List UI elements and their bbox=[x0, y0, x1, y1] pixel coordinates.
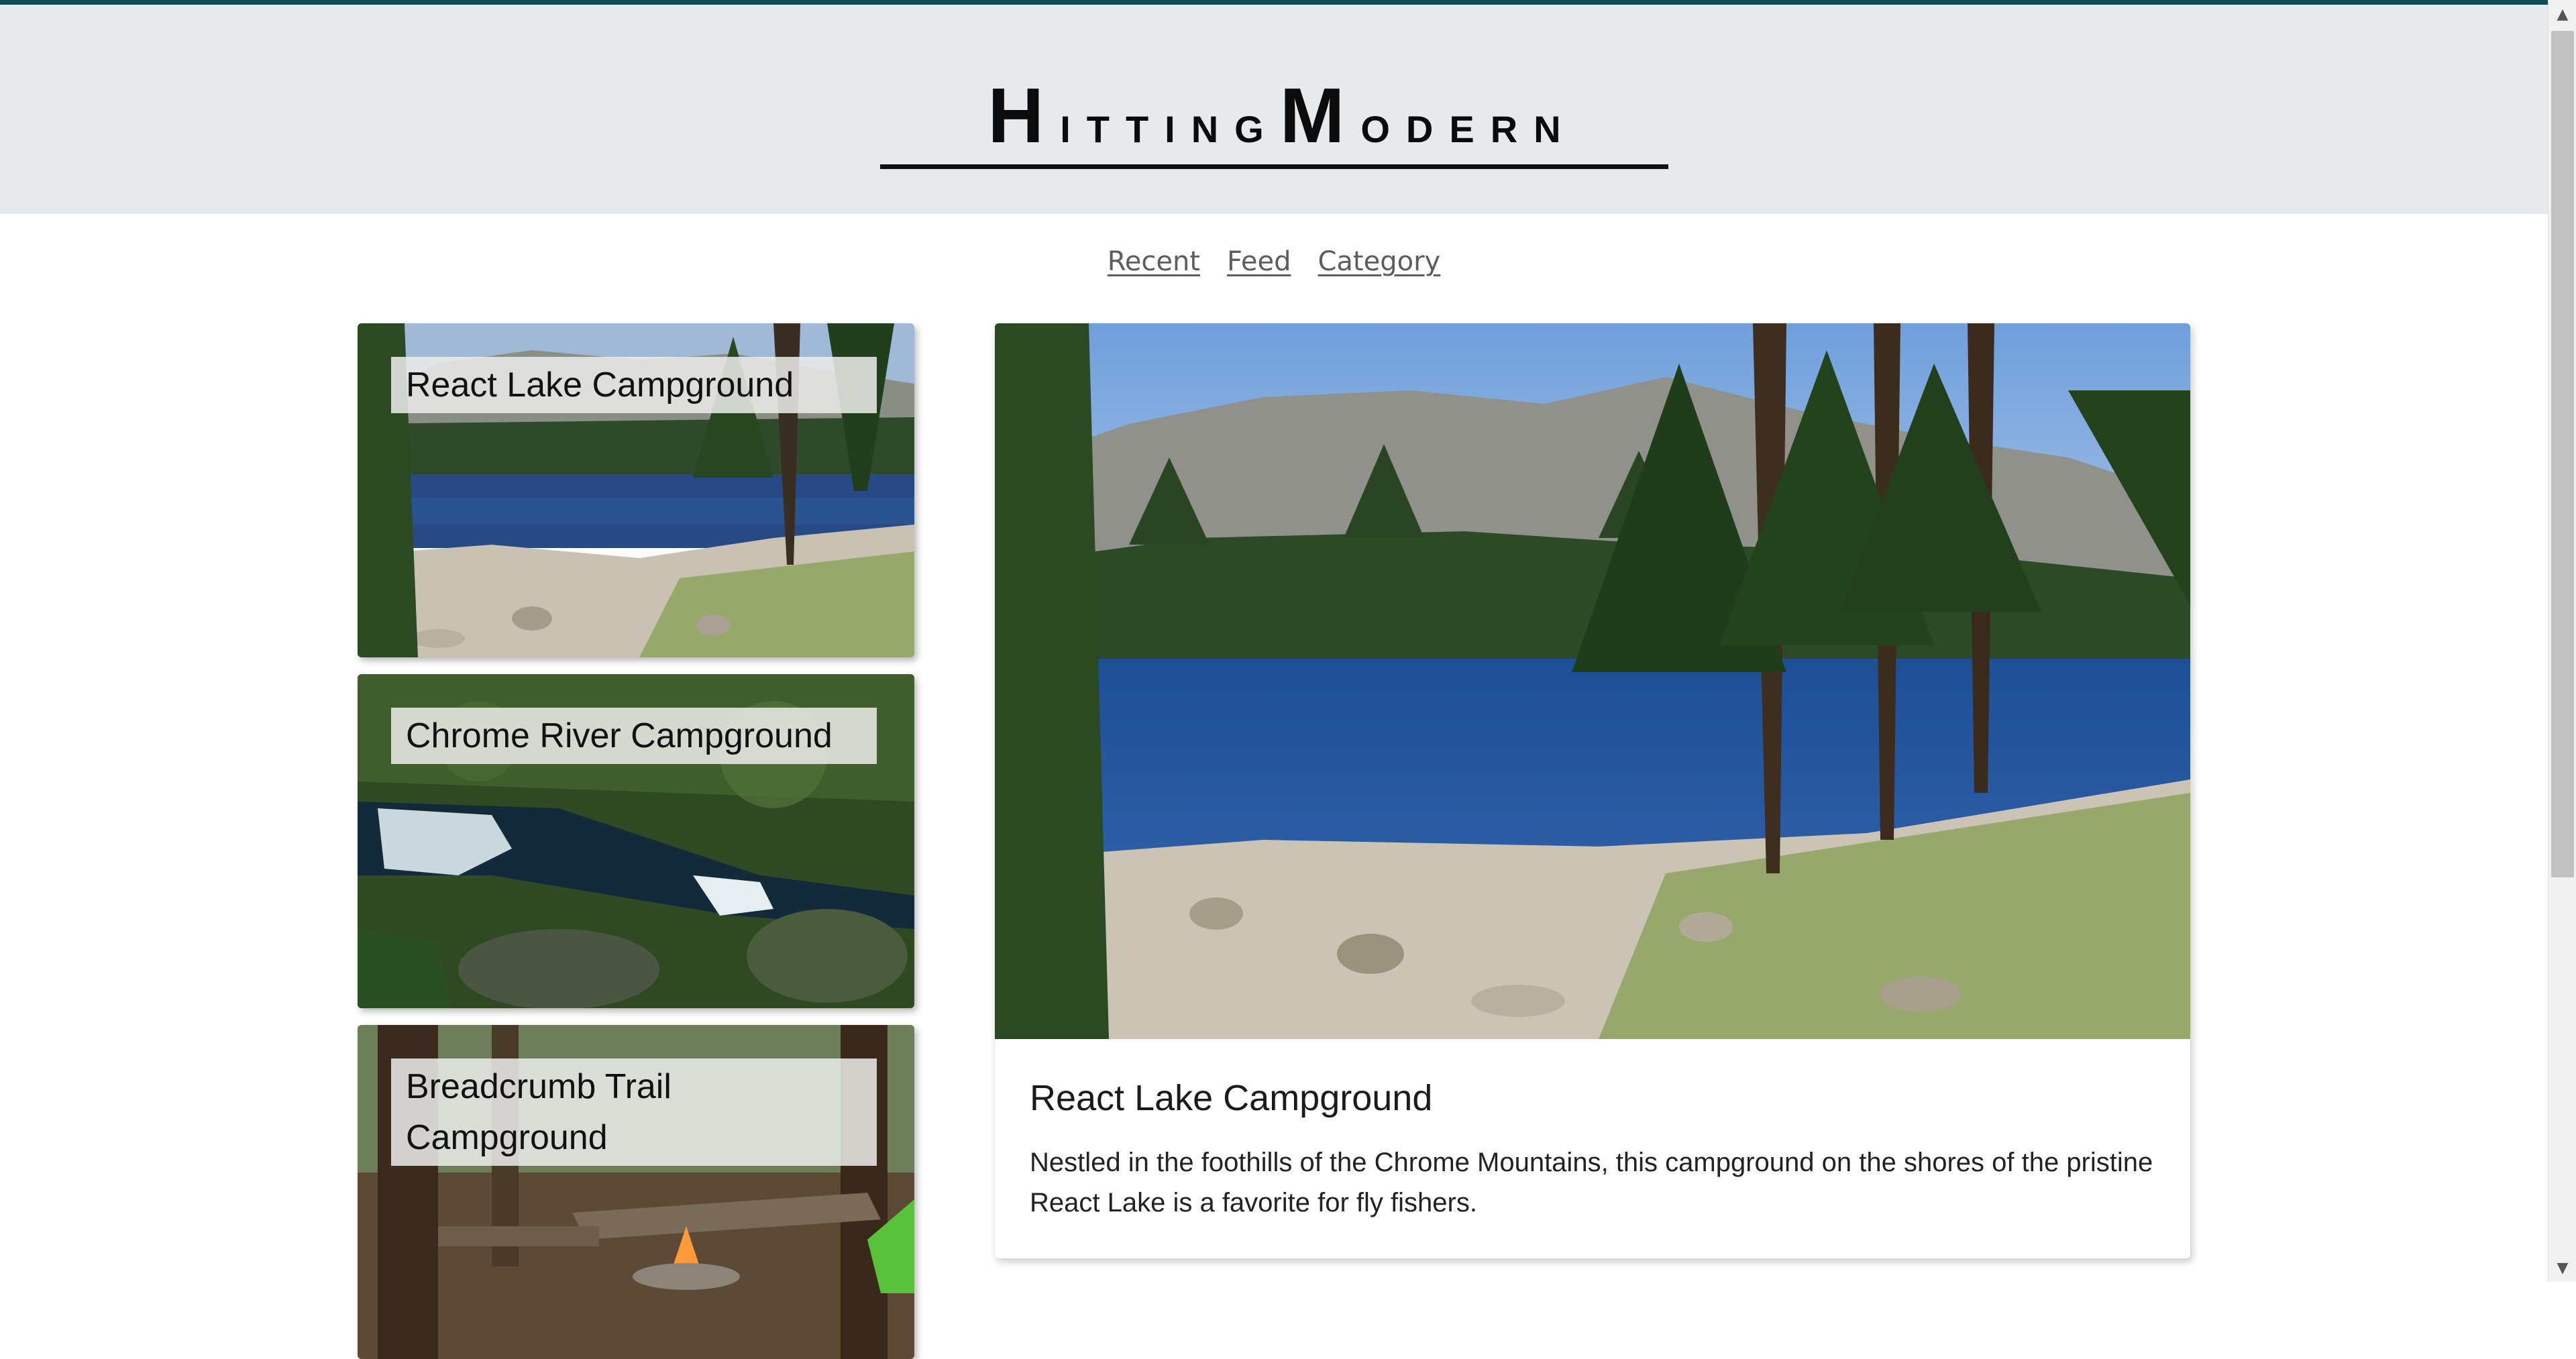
site-title: HittingModern bbox=[987, 72, 1577, 159]
triangle-up-icon[interactable]: ▲ bbox=[2548, 0, 2576, 28]
nav-link-feed[interactable]: Feed bbox=[1227, 241, 1291, 282]
vertical-scrollbar[interactable]: ▲ ▼ bbox=[2548, 0, 2576, 1282]
main-nav: Recent Feed Category bbox=[0, 241, 2548, 282]
card-title: React Lake Campground bbox=[391, 357, 877, 413]
site-header: HittingModern bbox=[0, 5, 2548, 214]
featured-title: React Lake Campground bbox=[1030, 1078, 1433, 1118]
campground-card-chrome-river[interactable]: Chrome River Campground bbox=[358, 674, 914, 1008]
site-logo[interactable]: HittingModern bbox=[880, 72, 1668, 169]
campground-card-react-lake[interactable]: React Lake Campground bbox=[358, 323, 914, 657]
scrollbar-thumb[interactable] bbox=[2551, 31, 2574, 877]
nav-link-category[interactable]: Category bbox=[1318, 241, 1440, 282]
card-title: Chrome River Campground bbox=[391, 708, 877, 764]
featured-lake-image bbox=[995, 323, 2190, 1039]
featured-campground: React Lake Campground Nestled in the foo… bbox=[995, 323, 2190, 1258]
triangle-down-icon[interactable]: ▼ bbox=[2548, 1254, 2576, 1282]
campground-card-breadcrumb-trail[interactable]: Breadcrumb Trail Campground bbox=[358, 1025, 914, 1359]
nav-link-recent[interactable]: Recent bbox=[1108, 241, 1200, 282]
featured-description: Nestled in the foothills of the Chrome M… bbox=[1030, 1148, 2153, 1217]
card-title: Breadcrumb Trail Campground bbox=[391, 1058, 877, 1166]
top-accent-bar bbox=[0, 0, 2548, 5]
